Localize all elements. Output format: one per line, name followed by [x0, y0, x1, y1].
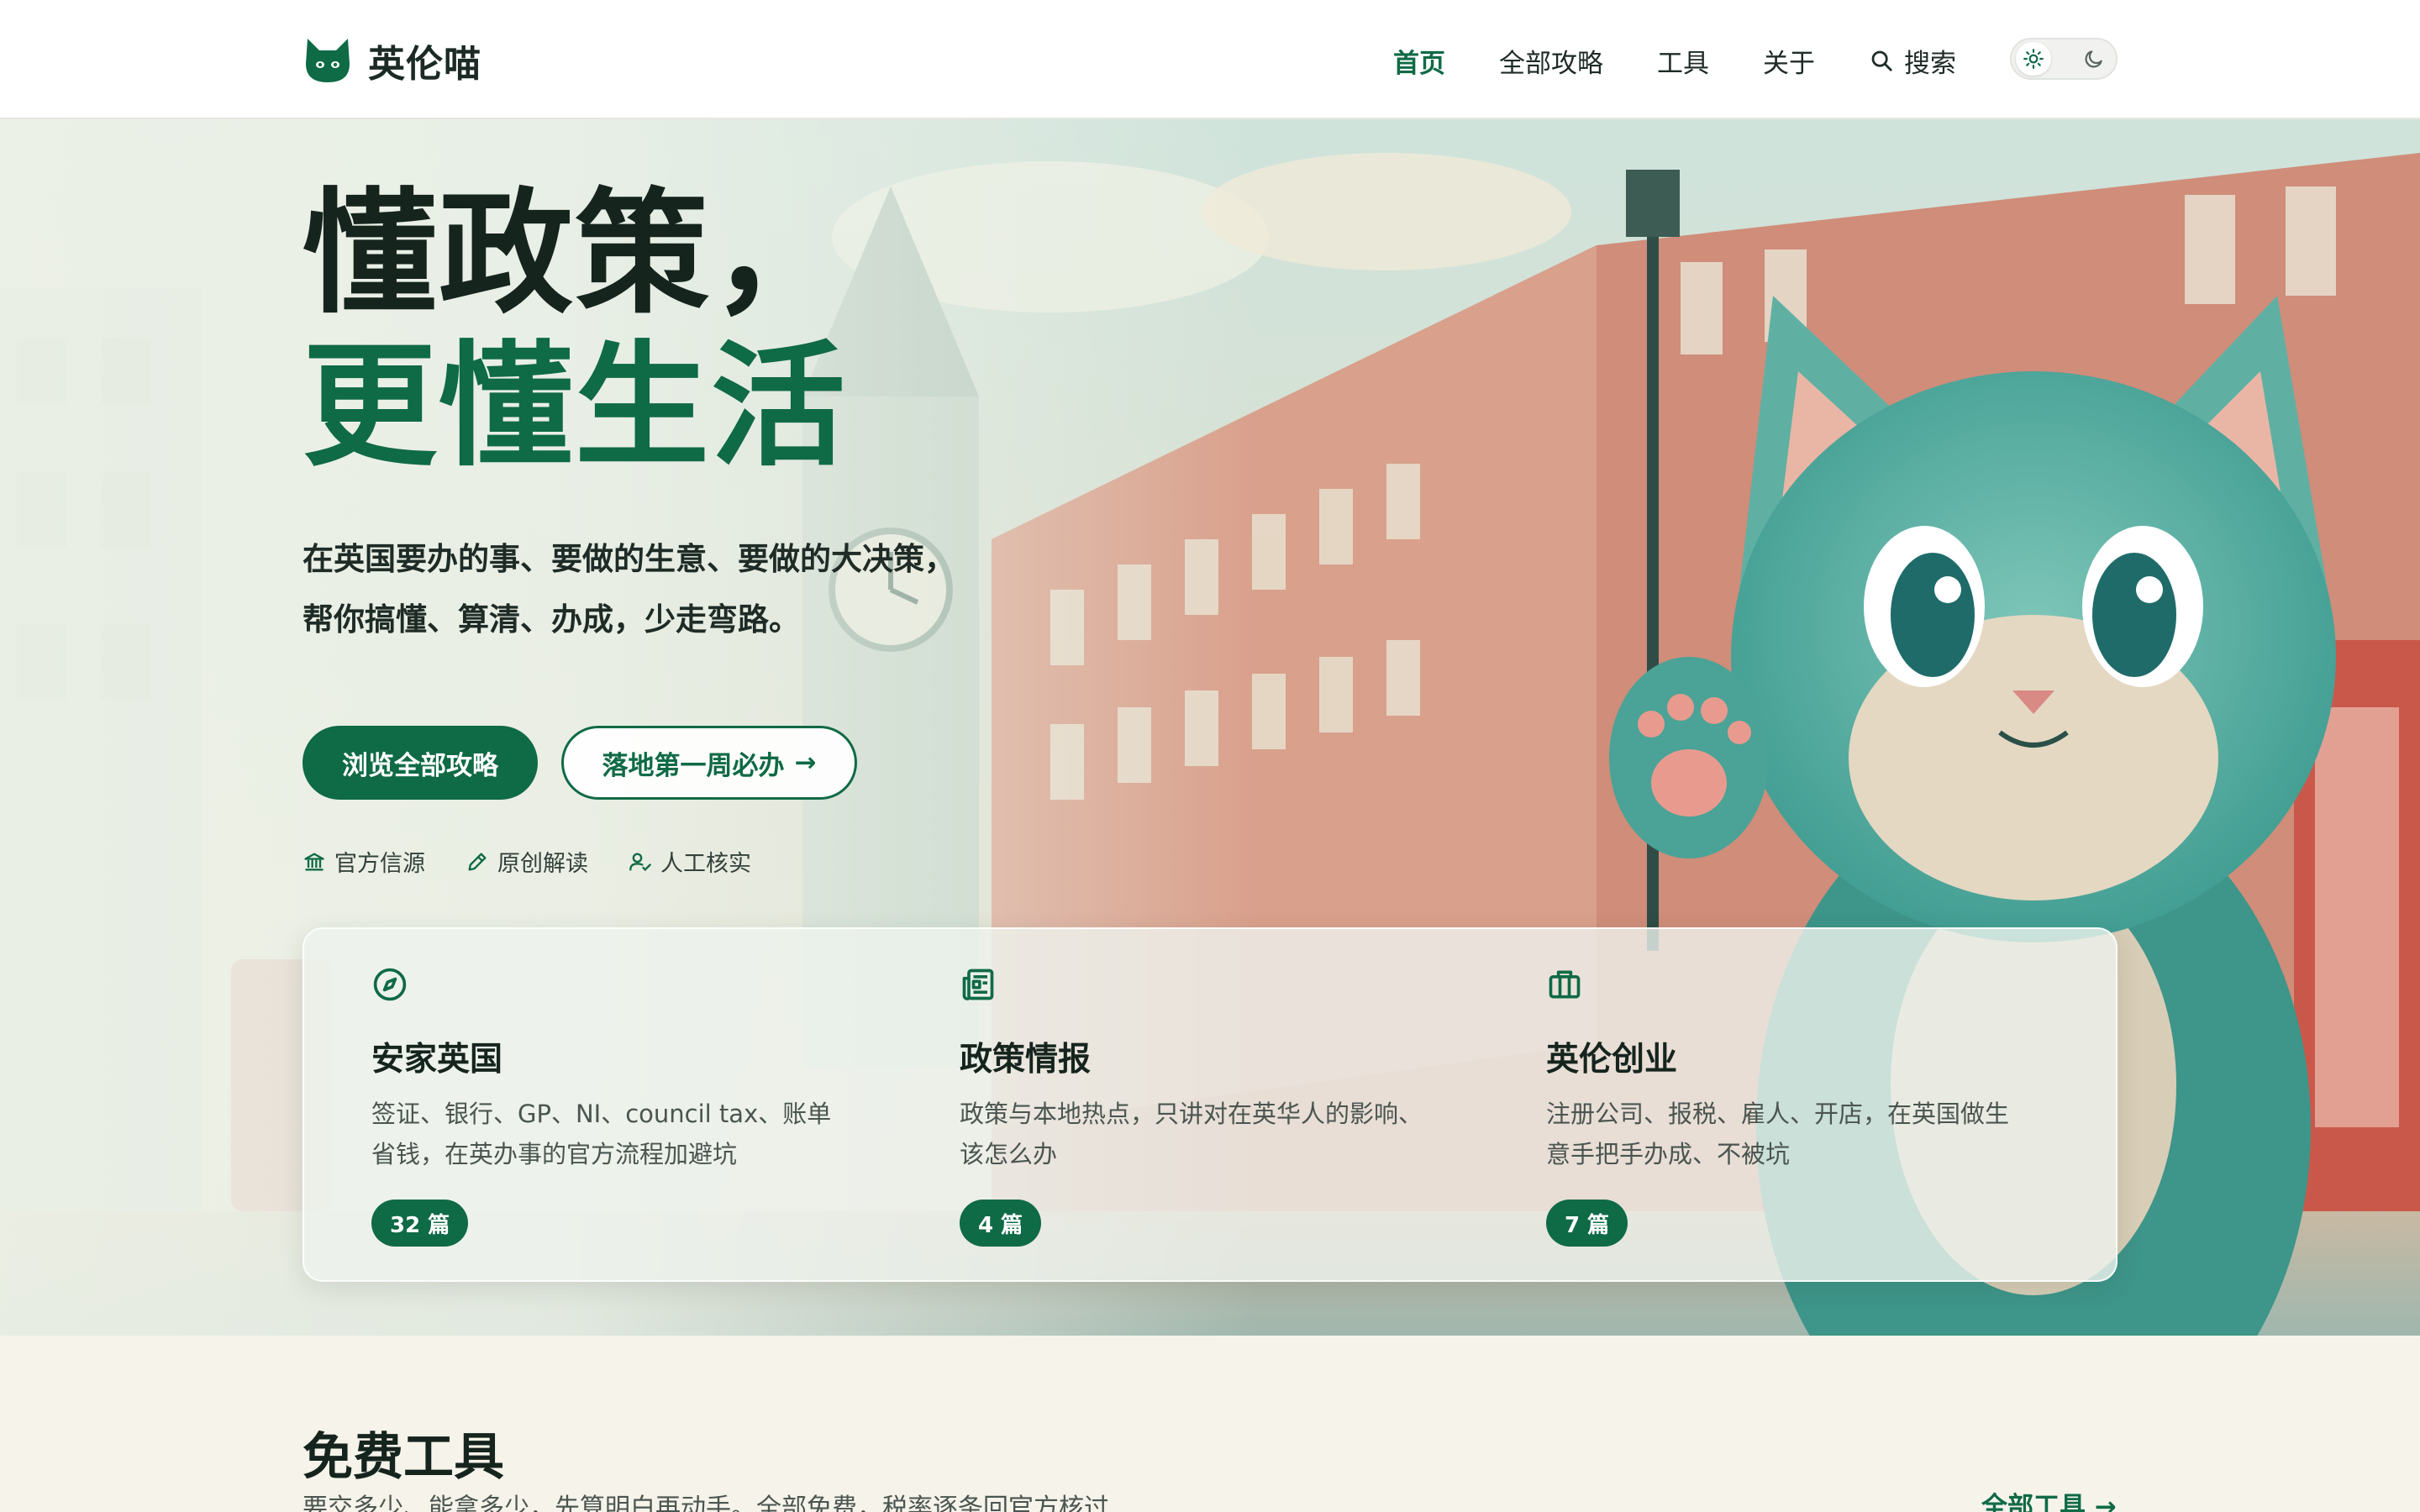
all-tools-link[interactable]: 全部工具 → [1981, 1485, 2117, 1512]
pen-icon [468, 853, 487, 870]
tools-section-subtitle: 要交多少、能拿多少，先算明白再动手。全部免费，税率逐条回官方核过 [302, 1494, 1109, 1512]
badge-official-source: 官方信源 [302, 845, 425, 878]
search-label: 搜索 [1904, 48, 1956, 79]
browse-guides-button[interactable]: 浏览全部攻略 [302, 726, 538, 800]
nav-home[interactable]: 首页 [1393, 42, 1445, 80]
newspaper-icon [962, 969, 994, 1000]
hero-headline-line2: 更懂生活 [302, 328, 848, 485]
hero-subtitle-line1: 在英国要办的事、要做的生意、要做的大决策， [302, 541, 955, 577]
main-nav: 首页 全部攻略 工具 关于 搜索 [1393, 37, 1956, 84]
category-uk-business[interactable]: 英伦创业 注册公司、报税、雇人、开店，在英国做生意手把手办成、不被坑 7 篇 [1479, 929, 2017, 1284]
nav-tools[interactable]: 工具 [1657, 42, 1709, 80]
trust-badges: 官方信源 原创解读 人工核实 [302, 845, 751, 878]
nav-guides[interactable]: 全部攻略 [1499, 42, 1603, 80]
category-settle-uk[interactable]: 安家英国 签证、银行、GP、NI、council tax、账单省钱，在英办事的官… [304, 929, 842, 1284]
hero-headline-line1: 懂政策， [302, 175, 848, 332]
category-title: 英伦创业 [1546, 1041, 1678, 1079]
category-count-badge: 7 篇 [1546, 1200, 1628, 1247]
category-desc: 注册公司、报税、雇人、开店，在英国做生意手把手办成、不被坑 [1546, 1100, 2010, 1168]
site-header: 英伦喵 首页 全部攻略 工具 关于 搜索 [0, 0, 2420, 119]
tools-section-title: 免费工具 [302, 1428, 504, 1487]
hero-subtitle: 在英国要办的事、要做的生意、要做的大决策， 帮你搞懂、算清、办成，少走弯路。 [302, 529, 1059, 650]
theme-toggle[interactable] [2010, 38, 2118, 80]
search-icon [1871, 50, 1892, 71]
category-title: 政策情报 [960, 1041, 1092, 1079]
free-tools-section: 免费工具 要交多少、能拿多少，先算明白再动手。全部免费，税率逐条回官方核过 全部… [0, 1336, 2420, 1512]
light-mode-button[interactable] [2016, 42, 2051, 76]
sun-icon [2023, 49, 2044, 69]
nav-about[interactable]: 关于 [1763, 42, 1815, 80]
category-title: 安家英国 [371, 1041, 503, 1079]
category-count-badge: 4 篇 [960, 1200, 1042, 1247]
badge-human-verified-label: 人工核实 [660, 851, 751, 877]
first-week-button[interactable]: 落地第一周必办 → [561, 726, 857, 800]
compass-icon [373, 968, 407, 1001]
moon-icon [2085, 50, 2102, 68]
arrow-right-icon: → [794, 748, 817, 778]
hero-section: 懂政策， 更懂生活 在英国要办的事、要做的生意、要做的大决策， 帮你搞懂、算清、… [0, 119, 2420, 1336]
category-policy-news[interactable]: 政策情报 政策与本地热点，只讲对在英华人的影响、该怎么办 4 篇 [892, 929, 1430, 1284]
badge-original-label: 原创解读 [497, 851, 588, 877]
badge-official-source-label: 官方信源 [334, 851, 425, 877]
first-week-button-label: 落地第一周必办 [602, 750, 785, 781]
category-desc: 政策与本地热点，只讲对在英华人的影响、该怎么办 [960, 1100, 1423, 1168]
user-check-icon [629, 853, 651, 871]
brand-name: 英伦喵 [368, 43, 481, 86]
brand-logo-link[interactable]: 英伦喵 [302, 34, 481, 87]
nav-search-button[interactable]: 搜索 [1869, 42, 1956, 80]
category-card: 安家英国 签证、银行、GP、NI、council tax、账单省钱，在英办事的官… [302, 927, 2118, 1282]
hero-subtitle-line2: 帮你搞懂、算清、办成，少走弯路。 [302, 601, 800, 638]
badge-original: 原创解读 [466, 845, 588, 878]
briefcase-icon [1549, 970, 1581, 999]
category-desc: 签证、银行、GP、NI、council tax、账单省钱，在英办事的官方流程加避… [371, 1100, 832, 1168]
bank-icon [304, 853, 324, 870]
dark-mode-button[interactable] [2076, 42, 2112, 76]
badge-human-verified: 人工核实 [629, 845, 751, 878]
category-count-badge: 32 篇 [371, 1200, 469, 1247]
cat-logo-icon [306, 39, 350, 82]
